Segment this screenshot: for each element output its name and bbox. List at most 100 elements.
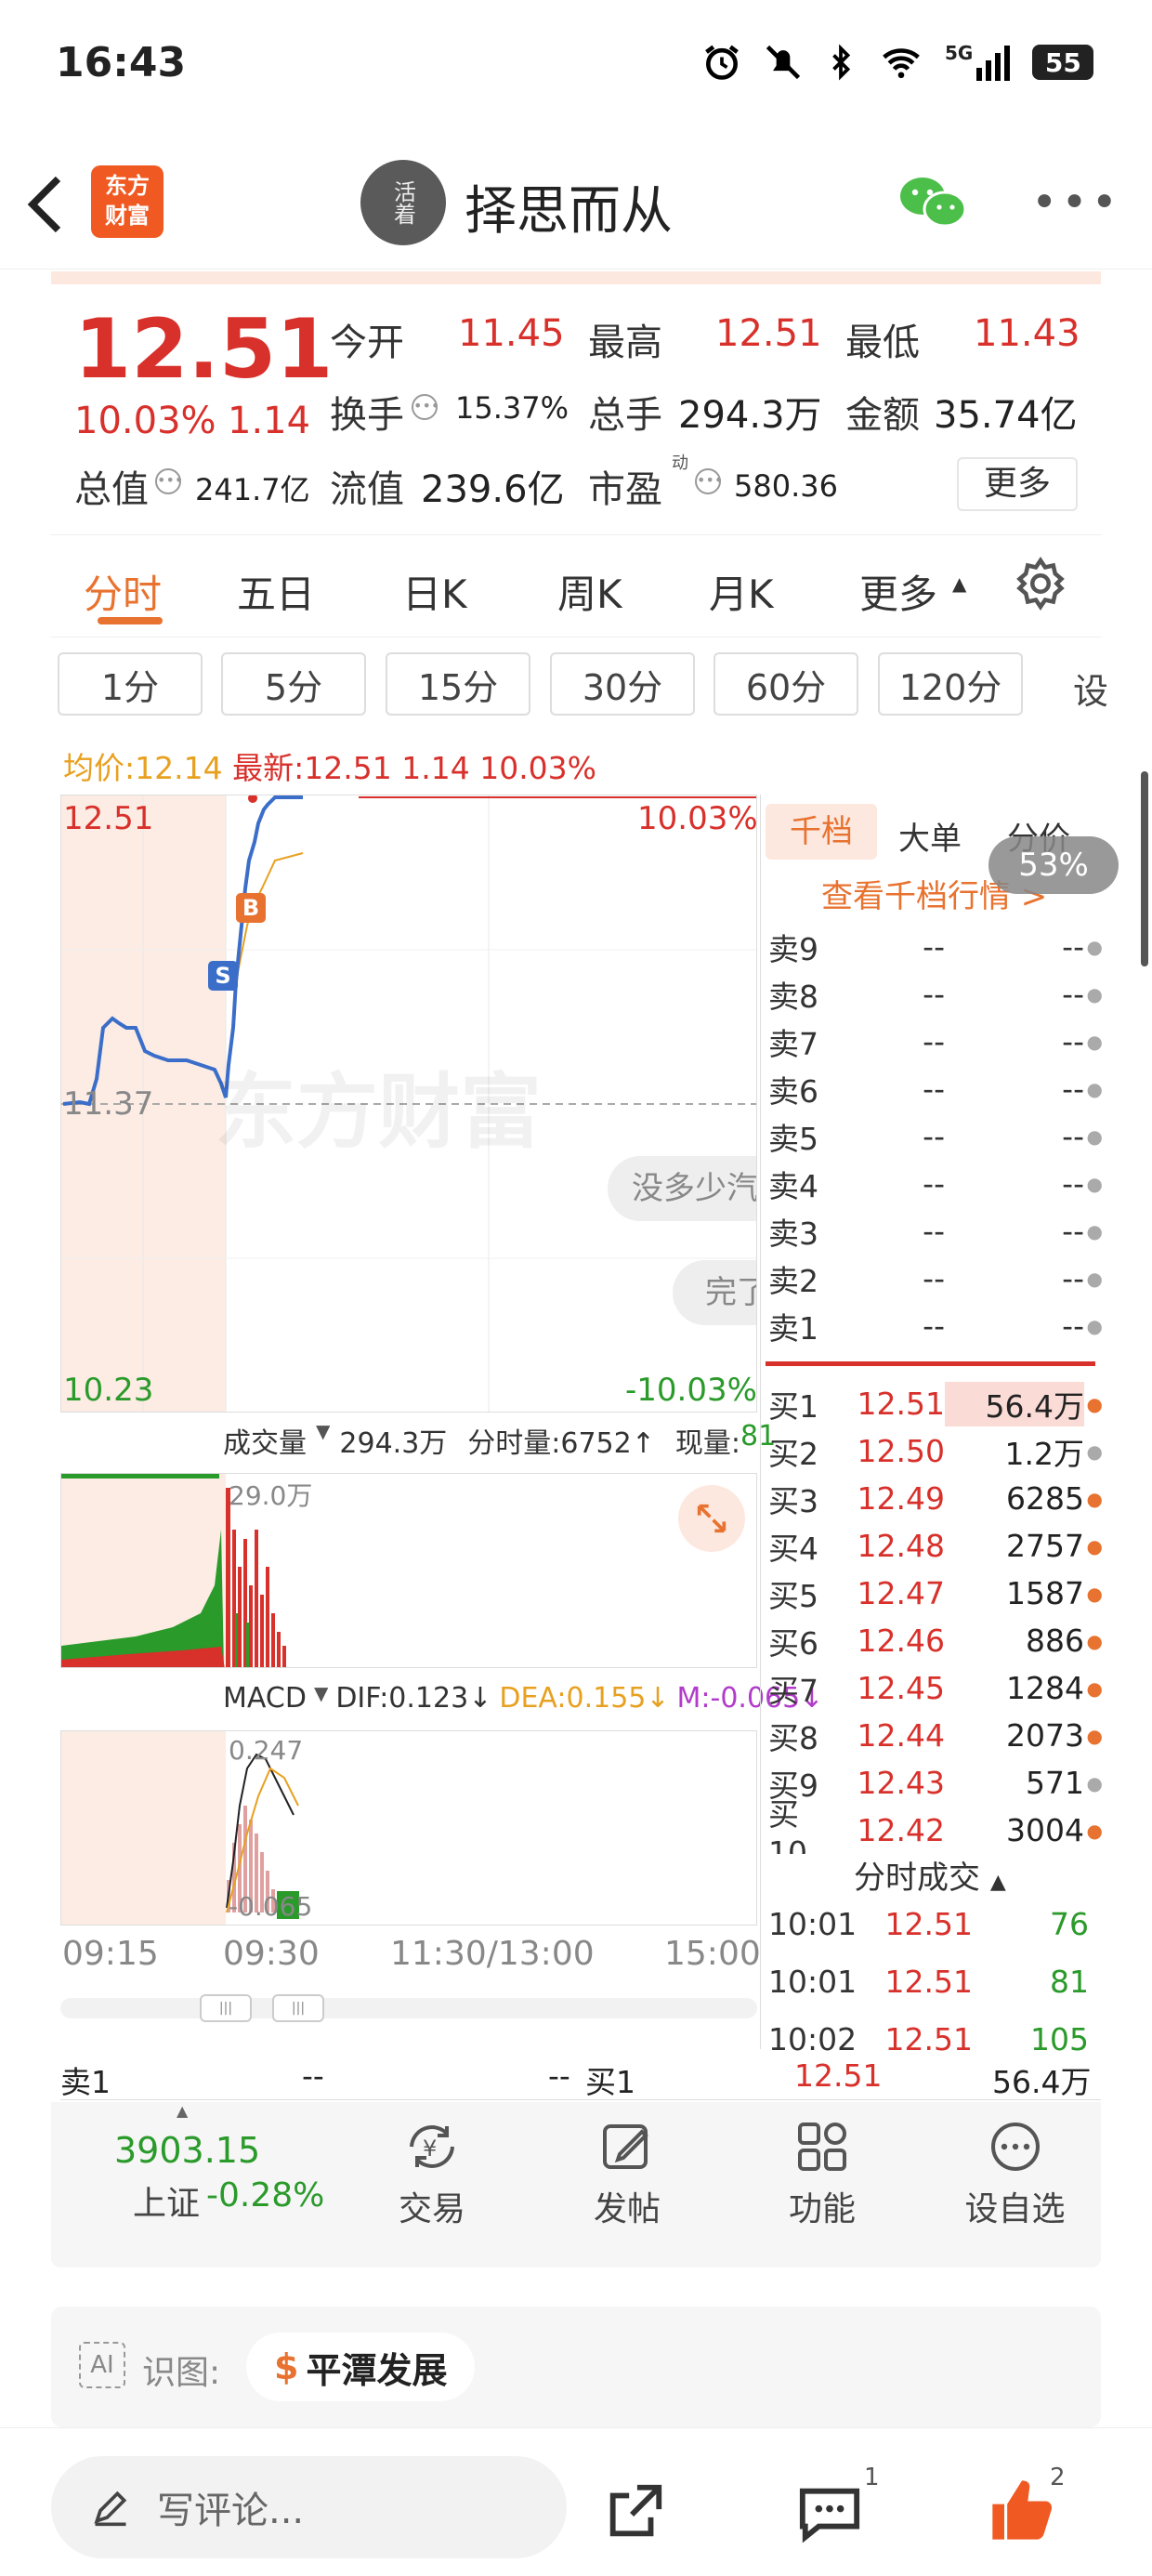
trade-icon: ¥: [402, 2121, 462, 2173]
level-dot: ●: [1086, 1314, 1103, 1337]
level-dot: ●: [1086, 1124, 1103, 1148]
tab-month-k[interactable]: 月K: [709, 563, 774, 620]
wifi-icon: [878, 42, 924, 83]
tab-thousand[interactable]: 千档: [766, 804, 877, 860]
scroll-handle-left[interactable]: |||: [200, 1994, 252, 2022]
price-info-line: 均价:12.14 最新:12.51 1.14 10.03%: [63, 750, 597, 786]
signal-icon: 5G: [945, 42, 1012, 83]
change-amount: 1.14: [228, 400, 311, 442]
tab-120min[interactable]: 120分: [878, 652, 1023, 716]
trade-row: 10:01 12.51 81: [768, 1964, 1089, 2000]
mute-icon: [763, 42, 804, 83]
level-dot: ●: [1086, 1030, 1103, 1053]
svg-text:¥: ¥: [423, 2136, 437, 2162]
info-icon[interactable]: •••: [155, 468, 183, 494]
bluetooth-icon: [824, 42, 857, 83]
tab-big-order[interactable]: 大单: [898, 813, 962, 859]
current-price: 12.51: [74, 301, 334, 397]
macd-label[interactable]: MACD: [223, 1682, 307, 1715]
buy-level-row: 买2 12.50 1.2万 ●: [768, 1433, 1103, 1472]
tab-more[interactable]: 更多: [859, 563, 937, 620]
index-value[interactable]: 3903.15: [114, 2130, 260, 2171]
info-icon[interactable]: •••: [412, 394, 439, 420]
function-button[interactable]: 功能: [753, 2121, 892, 2230]
spread-divider: [766, 1361, 1095, 1366]
tab-minute[interactable]: 分时: [84, 563, 162, 620]
tab-week-k[interactable]: 周K: [557, 563, 622, 620]
app-header: 东方 财富 活着 择思而从 •••: [0, 139, 1152, 269]
level-dot: ●: [1086, 1724, 1103, 1747]
value-low: 11.43: [974, 312, 1080, 355]
tab-15min[interactable]: 15分: [386, 652, 530, 716]
trades-title[interactable]: 分时成交 ▲: [854, 1852, 1006, 1898]
sell-level-row: 卖4 -- -- ●: [768, 1165, 1103, 1204]
trade-button[interactable]: ¥ 交易: [362, 2121, 502, 2230]
index-name[interactable]: 上证: [133, 2176, 200, 2225]
tab-1min[interactable]: 1分: [58, 652, 203, 716]
dropdown-icon[interactable]: ▼: [314, 1682, 328, 1715]
orderbook-panel: 千档 大单 分价 查看千档行情 > 53% 卖9----●卖8----●卖7--…: [760, 795, 1119, 2057]
intraday-chart[interactable]: 东方财富 12.51 11.37 10.23 10.03% -10.03% B …: [60, 795, 757, 1413]
stock-chip[interactable]: $ 平潭发展: [246, 2333, 476, 2401]
pct-axis-bottom: -10.03%: [625, 1372, 757, 1409]
level-dot: ●: [1086, 1582, 1103, 1605]
label-amount: 金额: [845, 394, 920, 437]
settings-gear-icon[interactable]: [1013, 556, 1068, 611]
buy-level-row: 买8 12.44 2073 ●: [768, 1717, 1103, 1756]
tab-5min[interactable]: 5分: [221, 652, 366, 716]
info-icon[interactable]: •••: [695, 468, 723, 494]
volume-label[interactable]: 成交量: [223, 1420, 307, 1461]
level-dot: ●: [1086, 1534, 1103, 1557]
tab-five-day[interactable]: 五日: [237, 563, 315, 620]
level-dot: ●: [1086, 1439, 1103, 1463]
chart-scrollbar[interactable]: ||| |||: [60, 1994, 757, 2022]
buy-level-row: 买7 12.45 1284 ●: [768, 1670, 1103, 1709]
share-icon[interactable]: [602, 2479, 667, 2544]
sell-level-row: 卖3 -- -- ●: [768, 1213, 1103, 1252]
more-menu-icon[interactable]: •••: [1031, 177, 1121, 229]
wechat-icon[interactable]: [897, 172, 967, 231]
label-turnover: 换手: [330, 394, 404, 437]
sell-level-row: 卖9 -- -- ●: [768, 928, 1103, 967]
value-amount: 35.74亿: [934, 394, 1078, 437]
y-axis-top: 12.51: [63, 800, 154, 837]
tab-day-k[interactable]: 日K: [402, 563, 467, 620]
tab-60min[interactable]: 60分: [713, 652, 858, 716]
active-tab-indicator: [98, 617, 163, 624]
volume-bars: [226, 1488, 286, 1667]
buy-level-row: 买4 12.48 2757 ●: [768, 1528, 1103, 1567]
comment-input[interactable]: 写评论...: [51, 2456, 567, 2558]
status-time: 16:43: [56, 39, 187, 86]
value-float-cap: 239.6亿: [421, 468, 565, 511]
sell-level-row: 卖8 -- -- ●: [768, 976, 1103, 1015]
tab-30min[interactable]: 30分: [550, 652, 695, 716]
tab-settings[interactable]: 设: [1073, 663, 1108, 714]
image-recognize-bar: AI 识图: $ 平潭发展: [51, 2307, 1101, 2427]
label-market-cap: 总值: [74, 468, 149, 511]
macd-bottom-label: -0.065: [229, 1891, 313, 1922]
more-button[interactable]: 更多: [957, 457, 1078, 511]
expand-icon[interactable]: [678, 1485, 745, 1552]
comment-icon[interactable]: [797, 2482, 862, 2543]
divider: [51, 271, 1101, 284]
level-dot: ●: [1086, 1676, 1103, 1700]
scroll-handle-right[interactable]: |||: [272, 1994, 324, 2022]
change-pct: 10.03%: [74, 400, 216, 442]
add-watchlist-button[interactable]: 设自选: [938, 2121, 1092, 2230]
dropdown-icon[interactable]: ▼: [316, 1420, 330, 1461]
sell-level-row: 卖6 -- -- ●: [768, 1071, 1103, 1110]
sell-level-row: 卖2 -- -- ●: [768, 1260, 1103, 1299]
thumbs-up-icon[interactable]: [987, 2475, 1057, 2545]
back-arrow-icon[interactable]: [23, 172, 70, 237]
footer-bar: 写评论... 1 2: [0, 2427, 1152, 2576]
avatar[interactable]: 活着: [360, 160, 446, 245]
more-circle-icon: [986, 2121, 1045, 2173]
post-button[interactable]: 发帖: [557, 2121, 697, 2230]
level-dot: ●: [1086, 982, 1103, 1005]
pencil-icon: [90, 2487, 131, 2528]
danmaku-bubble: 没多少汽: [608, 1156, 756, 1221]
level-dot: ●: [1086, 1629, 1103, 1652]
page-scrollbar[interactable]: [1141, 771, 1148, 966]
index-change[interactable]: -0.28%: [206, 2176, 324, 2215]
buy-marker: B: [236, 893, 266, 923]
